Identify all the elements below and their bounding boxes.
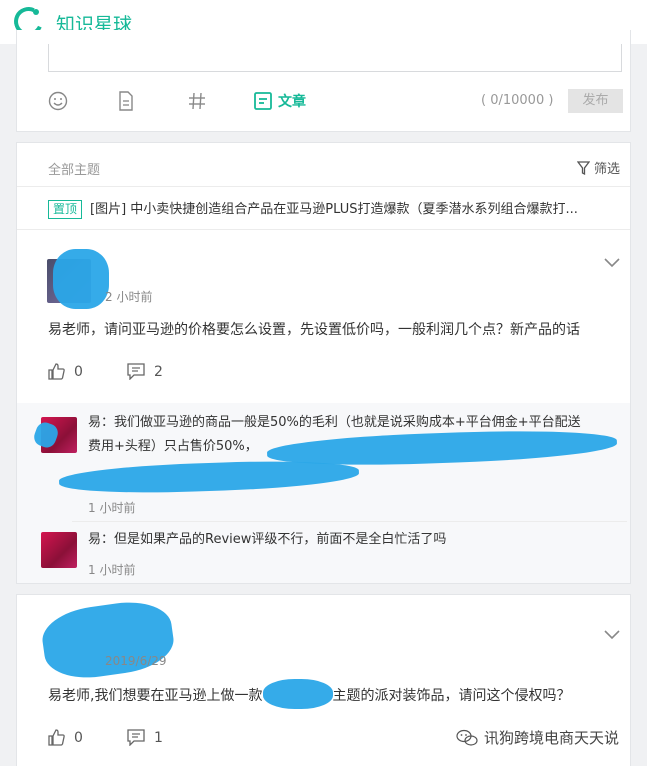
wechat-icon: [456, 729, 478, 746]
pinned-topic[interactable]: 置顶 [图片] 中小卖快捷创造组合产品在亚马逊PLUS打造爆款（夏季潜水系列组合爆…: [48, 198, 618, 219]
article-label: 文章: [278, 94, 306, 110]
post-input[interactable]: [48, 44, 622, 72]
comment-count: 2: [154, 363, 163, 380]
all-topics-tab[interactable]: 全部主题: [48, 159, 100, 178]
comment-icon: [127, 729, 145, 746]
filter-label: 筛选: [594, 162, 621, 177]
post-composer: 文章 ( 0/10000 ) 发布: [16, 30, 631, 132]
divider: [72, 521, 627, 522]
divider: [17, 186, 630, 187]
comment-time: 1 小时前: [88, 501, 136, 515]
comment-icon: [127, 363, 145, 380]
topic-feed: 全部主题 筛选 置顶 [图片] 中小卖快捷创造组合产品在亚马逊PLUS打造爆款（夏…: [16, 142, 631, 584]
comment-button[interactable]: 1: [127, 729, 163, 746]
char-counter: ( 0/10000 ): [481, 93, 554, 108]
watermark-text: 讯狗跨境电商天天说: [484, 729, 620, 747]
like-count: 0: [74, 363, 83, 380]
redaction-blur: [263, 679, 333, 709]
like-button[interactable]: 0: [48, 729, 83, 746]
pinned-text: [图片] 中小卖快捷创造组合产品在亚马逊PLUS打造爆款（夏季潜水系列组合爆款打…: [90, 202, 578, 217]
redaction-blur: [58, 457, 360, 497]
thumbs-up-icon: [48, 363, 65, 380]
chevron-down-icon[interactable]: [604, 253, 620, 272]
comment-button[interactable]: 2: [127, 363, 163, 380]
watermark: 讯狗跨境电商天天说: [456, 727, 619, 748]
post-content: 易老师，请问亚马逊的价格要怎么设置，先设置低价吗，一般利润几个点？新产品的话: [48, 322, 580, 338]
post-text-part-2: 主题的派对装饰品，请问这个侵权吗？: [332, 688, 571, 704]
hashtag-icon[interactable]: [188, 90, 206, 112]
like-count: 0: [74, 729, 83, 746]
post-time: 2 小时前: [105, 290, 153, 304]
article-icon: [254, 92, 272, 110]
avatar[interactable]: [41, 532, 77, 568]
like-button[interactable]: 0: [48, 363, 83, 380]
file-icon[interactable]: [117, 90, 135, 112]
filter-icon: [577, 160, 590, 175]
comment-count: 1: [154, 729, 163, 746]
emoji-icon[interactable]: [48, 90, 68, 112]
comment-list: 易：我们做亚马逊的商品一般是50%的毛利（也就是说采购成本+平台佣金+平台配送 …: [17, 403, 630, 583]
filter-button[interactable]: 筛选: [577, 158, 620, 177]
divider: [17, 229, 630, 230]
article-button[interactable]: 文章: [254, 90, 306, 112]
post-date: 2019/6/29: [105, 654, 167, 668]
thumbs-up-icon: [48, 729, 65, 746]
redaction-blur: [53, 249, 109, 309]
comment-line-2: 费用+头程）只占售价50%，: [88, 439, 258, 454]
pinned-badge: 置顶: [48, 200, 83, 219]
comment-time: 1 小时前: [88, 563, 136, 577]
app-logo-dot: [33, 9, 39, 15]
redaction-blur: [38, 596, 178, 684]
comment-text: 易：但是如果产品的Review评级不行，前面不是全白忙活了吗: [88, 532, 447, 547]
post-text-part-1: 易老师,我们想要在亚马逊上做一款: [48, 688, 263, 704]
chevron-down-icon[interactable]: [604, 625, 620, 644]
publish-button[interactable]: 发布: [568, 89, 623, 113]
